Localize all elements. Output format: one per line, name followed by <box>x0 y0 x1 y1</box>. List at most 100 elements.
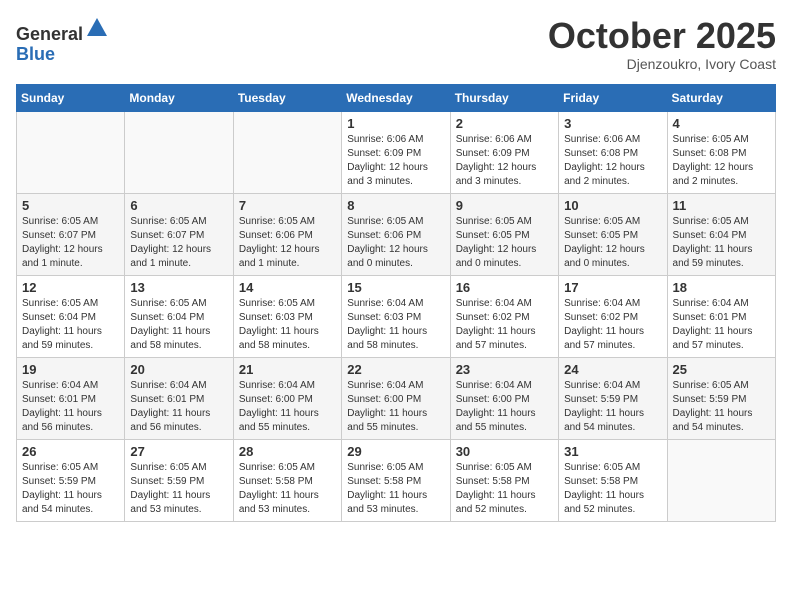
logo-blue-text: Blue <box>16 44 55 64</box>
calendar-cell: 14 Sunrise: 6:05 AM Sunset: 6:03 PM Dayli… <box>233 275 341 357</box>
day-number: 30 <box>456 444 553 459</box>
calendar-cell: 23 Sunrise: 6:04 AM Sunset: 6:00 PM Dayli… <box>450 357 558 439</box>
day-info: Sunrise: 6:05 AM Sunset: 5:59 PM Dayligh… <box>130 461 227 517</box>
day-number: 14 <box>239 280 336 295</box>
calendar-cell: 29 Sunrise: 6:05 AM Sunset: 5:58 PM Dayli… <box>342 439 450 521</box>
calendar-cell: 20 Sunrise: 6:04 AM Sunset: 6:01 PM Dayli… <box>125 357 233 439</box>
calendar-cell: 9Sunrise: 6:05 AM Sunset: 6:05 PM Daylig… <box>450 193 558 275</box>
col-header-sunday: Sunday <box>17 84 125 111</box>
calendar-week-3: 12Sunrise: 6:05 AM Sunset: 6:04 PM Dayli… <box>17 275 776 357</box>
day-number: 10 <box>564 198 661 213</box>
day-info: Sunrise: 6:05 AM Sunset: 6:07 PM Dayligh… <box>130 215 227 271</box>
day-info: Sunrise: 6:05 AM Sunset: 6:05 PM Dayligh… <box>564 215 661 271</box>
calendar-cell: 3 Sunrise: 6:06 AM Sunset: 6:08 PM Daylig… <box>559 111 667 193</box>
day-info: Sunrise: 6:04 AM Sunset: 6:00 PM Dayligh… <box>347 379 444 435</box>
day-number: 31 <box>564 444 661 459</box>
day-number: 21 <box>239 362 336 377</box>
calendar-cell: 25Sunrise: 6:05 AM Sunset: 5:59 PM Dayli… <box>667 357 775 439</box>
calendar-cell: 12Sunrise: 6:05 AM Sunset: 6:04 PM Dayli… <box>17 275 125 357</box>
day-number: 18 <box>673 280 770 295</box>
calendar-cell: 6 Sunrise: 6:05 AM Sunset: 6:07 PM Daylig… <box>125 193 233 275</box>
day-number: 4 <box>673 116 770 131</box>
day-info: Sunrise: 6:04 AM Sunset: 6:01 PM Dayligh… <box>22 379 119 435</box>
calendar-cell: 22 Sunrise: 6:04 AM Sunset: 6:00 PM Dayli… <box>342 357 450 439</box>
calendar-cell: 1Sunrise: 6:06 AM Sunset: 6:09 PM Daylig… <box>342 111 450 193</box>
month-title: October 2025 <box>548 16 776 56</box>
day-info: Sunrise: 6:06 AM Sunset: 6:09 PM Dayligh… <box>347 133 444 189</box>
day-info: Sunrise: 6:05 AM Sunset: 5:58 PM Dayligh… <box>564 461 661 517</box>
day-info: Sunrise: 6:04 AM Sunset: 6:00 PM Dayligh… <box>456 379 553 435</box>
calendar-week-4: 19Sunrise: 6:04 AM Sunset: 6:01 PM Dayli… <box>17 357 776 439</box>
calendar-cell: 21Sunrise: 6:04 AM Sunset: 6:00 PM Dayli… <box>233 357 341 439</box>
page-header: General Blue October 2025 Djenzoukro, Iv… <box>16 16 776 72</box>
day-number: 6 <box>130 198 227 213</box>
calendar-cell <box>125 111 233 193</box>
day-info: Sunrise: 6:05 AM Sunset: 6:08 PM Dayligh… <box>673 133 770 189</box>
calendar-cell: 5 Sunrise: 6:05 AM Sunset: 6:07 PM Daylig… <box>17 193 125 275</box>
logo-general-text: General <box>16 24 83 44</box>
day-number: 2 <box>456 116 553 131</box>
calendar-cell: 15 Sunrise: 6:04 AM Sunset: 6:03 PM Dayli… <box>342 275 450 357</box>
day-info: Sunrise: 6:05 AM Sunset: 5:59 PM Dayligh… <box>22 461 119 517</box>
col-header-wednesday: Wednesday <box>342 84 450 111</box>
day-number: 26 <box>22 444 119 459</box>
day-info: Sunrise: 6:04 AM Sunset: 6:02 PM Dayligh… <box>456 297 553 353</box>
day-number: 27 <box>130 444 227 459</box>
calendar-cell: 27 Sunrise: 6:05 AM Sunset: 5:59 PM Dayli… <box>125 439 233 521</box>
day-info: Sunrise: 6:05 AM Sunset: 6:03 PM Dayligh… <box>239 297 336 353</box>
day-info: Sunrise: 6:05 AM Sunset: 6:04 PM Dayligh… <box>22 297 119 353</box>
day-info: Sunrise: 6:04 AM Sunset: 6:02 PM Dayligh… <box>564 297 661 353</box>
calendar-cell: 7 Sunrise: 6:05 AM Sunset: 6:06 PM Daylig… <box>233 193 341 275</box>
day-info: Sunrise: 6:04 AM Sunset: 5:59 PM Dayligh… <box>564 379 661 435</box>
calendar-cell: 31 Sunrise: 6:05 AM Sunset: 5:58 PM Dayli… <box>559 439 667 521</box>
calendar-cell: 28Sunrise: 6:05 AM Sunset: 5:58 PM Dayli… <box>233 439 341 521</box>
calendar-week-5: 26 Sunrise: 6:05 AM Sunset: 5:59 PM Dayli… <box>17 439 776 521</box>
day-number: 16 <box>456 280 553 295</box>
day-number: 3 <box>564 116 661 131</box>
calendar-cell: 4 Sunrise: 6:05 AM Sunset: 6:08 PM Daylig… <box>667 111 775 193</box>
col-header-saturday: Saturday <box>667 84 775 111</box>
calendar-cell: 10 Sunrise: 6:05 AM Sunset: 6:05 PM Dayli… <box>559 193 667 275</box>
day-info: Sunrise: 6:05 AM Sunset: 5:58 PM Dayligh… <box>239 461 336 517</box>
day-number: 24 <box>564 362 661 377</box>
day-number: 13 <box>130 280 227 295</box>
day-number: 17 <box>564 280 661 295</box>
day-number: 8 <box>347 198 444 213</box>
col-header-monday: Monday <box>125 84 233 111</box>
col-header-tuesday: Tuesday <box>233 84 341 111</box>
calendar-cell: 26 Sunrise: 6:05 AM Sunset: 5:59 PM Dayli… <box>17 439 125 521</box>
day-number: 9 <box>456 198 553 213</box>
day-info: Sunrise: 6:06 AM Sunset: 6:08 PM Dayligh… <box>564 133 661 189</box>
day-info: Sunrise: 6:05 AM Sunset: 6:06 PM Dayligh… <box>347 215 444 271</box>
day-info: Sunrise: 6:04 AM Sunset: 6:01 PM Dayligh… <box>130 379 227 435</box>
calendar-cell: 8 Sunrise: 6:05 AM Sunset: 6:06 PM Daylig… <box>342 193 450 275</box>
day-number: 23 <box>456 362 553 377</box>
calendar-week-1: 1Sunrise: 6:06 AM Sunset: 6:09 PM Daylig… <box>17 111 776 193</box>
location-text: Djenzoukro, Ivory Coast <box>548 56 776 72</box>
calendar-header-row: SundayMondayTuesdayWednesdayThursdayFrid… <box>17 84 776 111</box>
day-info: Sunrise: 6:05 AM Sunset: 5:58 PM Dayligh… <box>456 461 553 517</box>
day-number: 25 <box>673 362 770 377</box>
day-number: 5 <box>22 198 119 213</box>
day-number: 7 <box>239 198 336 213</box>
day-info: Sunrise: 6:04 AM Sunset: 6:03 PM Dayligh… <box>347 297 444 353</box>
calendar-cell <box>17 111 125 193</box>
logo-icon <box>85 16 109 40</box>
day-number: 22 <box>347 362 444 377</box>
day-info: Sunrise: 6:05 AM Sunset: 6:06 PM Dayligh… <box>239 215 336 271</box>
calendar-cell: 17 Sunrise: 6:04 AM Sunset: 6:02 PM Dayli… <box>559 275 667 357</box>
calendar-cell <box>667 439 775 521</box>
day-number: 15 <box>347 280 444 295</box>
calendar-cell: 16 Sunrise: 6:04 AM Sunset: 6:02 PM Dayli… <box>450 275 558 357</box>
calendar-cell: 18Sunrise: 6:04 AM Sunset: 6:01 PM Dayli… <box>667 275 775 357</box>
day-info: Sunrise: 6:05 AM Sunset: 5:58 PM Dayligh… <box>347 461 444 517</box>
title-block: October 2025 Djenzoukro, Ivory Coast <box>548 16 776 72</box>
calendar-cell: 19Sunrise: 6:04 AM Sunset: 6:01 PM Dayli… <box>17 357 125 439</box>
day-info: Sunrise: 6:05 AM Sunset: 6:07 PM Dayligh… <box>22 215 119 271</box>
calendar-cell: 11Sunrise: 6:05 AM Sunset: 6:04 PM Dayli… <box>667 193 775 275</box>
day-info: Sunrise: 6:06 AM Sunset: 6:09 PM Dayligh… <box>456 133 553 189</box>
day-number: 20 <box>130 362 227 377</box>
calendar-week-2: 5 Sunrise: 6:05 AM Sunset: 6:07 PM Daylig… <box>17 193 776 275</box>
calendar-cell: 30 Sunrise: 6:05 AM Sunset: 5:58 PM Dayli… <box>450 439 558 521</box>
day-number: 29 <box>347 444 444 459</box>
